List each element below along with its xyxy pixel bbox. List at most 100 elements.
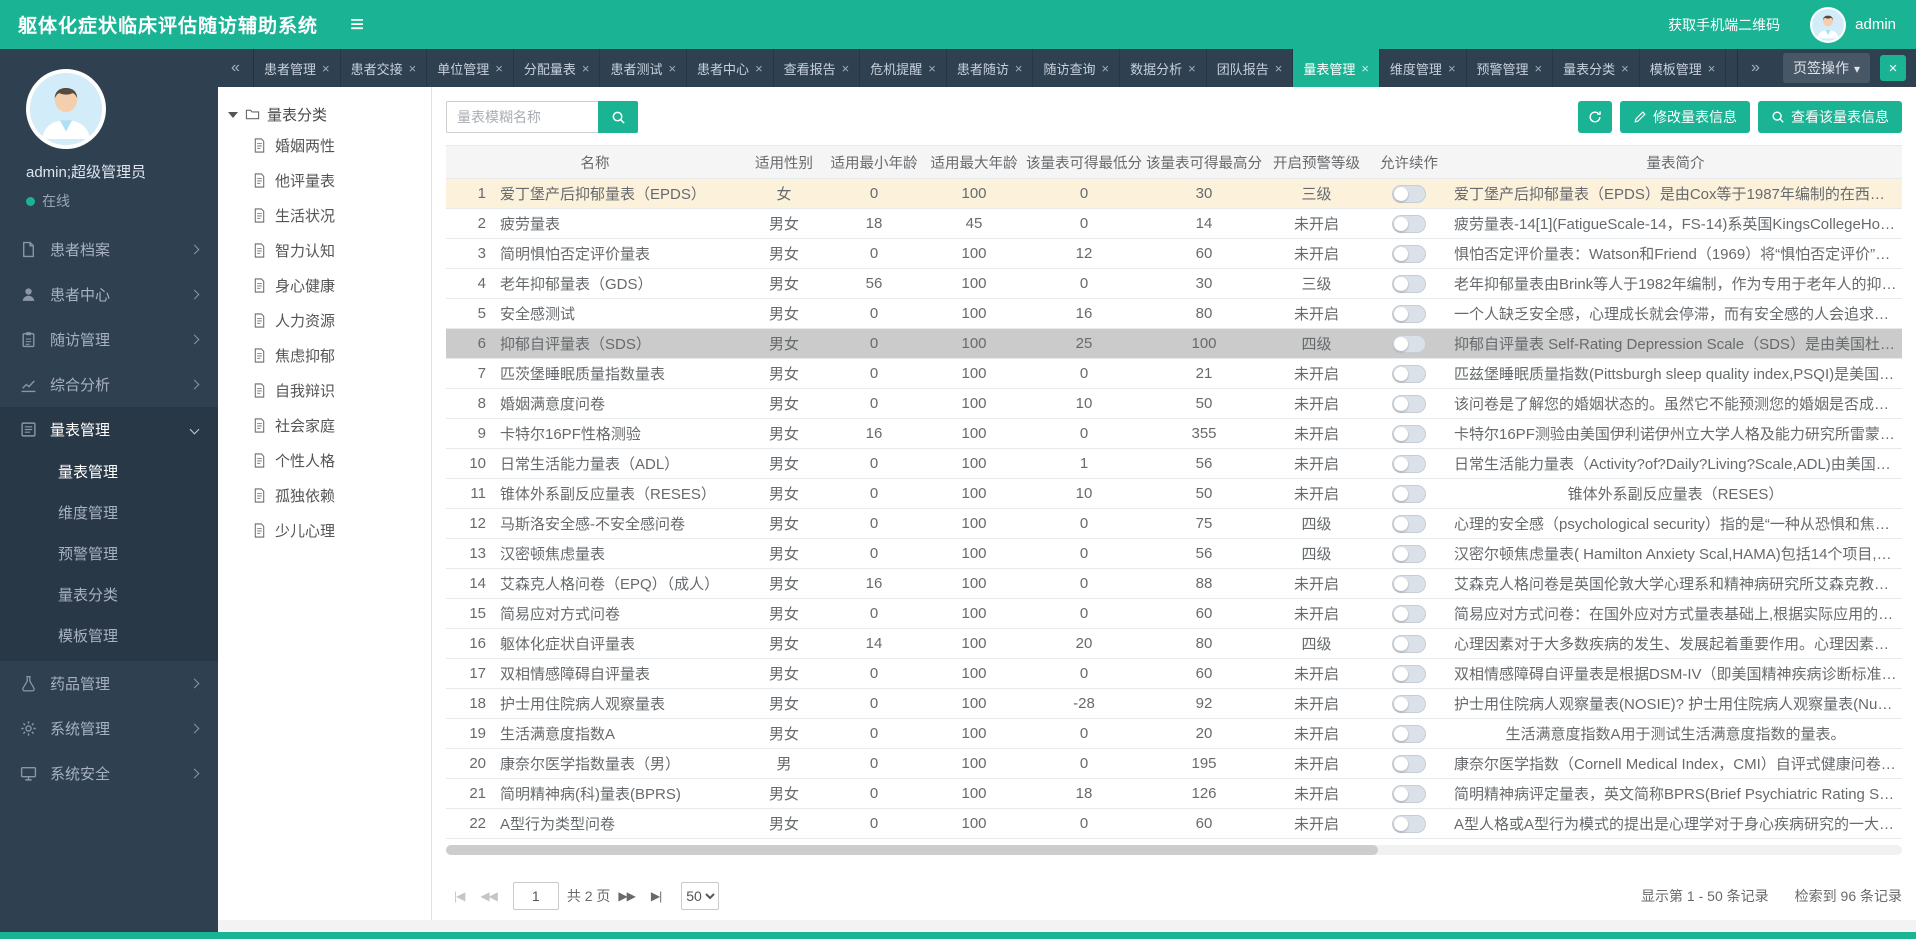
tab-close-icon[interactable]: ×: [1188, 61, 1196, 76]
tab-close-icon[interactable]: ×: [409, 61, 417, 76]
allow-resume-toggle[interactable]: [1392, 245, 1426, 263]
table-row[interactable]: 22 A型行为类型问卷 男女 0 100 0 60 未开启 A型人格或A型: [446, 809, 1902, 839]
tab[interactable]: 数据分析 ×: [1120, 49, 1207, 87]
edit-scale-button[interactable]: 修改量表信息: [1620, 101, 1750, 133]
tab-close-icon[interactable]: ×: [1448, 61, 1456, 76]
tabs-scroll-left-icon[interactable]: «: [218, 49, 254, 87]
tree-item[interactable]: 自我辩识: [228, 373, 421, 408]
submenu-item[interactable]: 量表管理: [0, 452, 218, 493]
sidebar-item-patient-archive[interactable]: 患者档案: [0, 227, 218, 272]
tab[interactable]: 患者交接 ×: [341, 49, 428, 87]
allow-resume-toggle[interactable]: [1392, 215, 1426, 233]
tree-item[interactable]: 社会家庭: [228, 408, 421, 443]
tab-close-icon[interactable]: ×: [582, 61, 590, 76]
allow-resume-toggle[interactable]: [1392, 755, 1426, 773]
refresh-button[interactable]: [1578, 101, 1612, 133]
tab[interactable]: 查看报告 ×: [774, 49, 861, 87]
tab-close-icon[interactable]: ×: [1621, 61, 1629, 76]
allow-resume-toggle[interactable]: [1392, 725, 1426, 743]
column-header-max-score[interactable]: 该量表可得最高分: [1144, 146, 1264, 179]
tab-close-icon[interactable]: ×: [842, 61, 850, 76]
tab-close-icon[interactable]: ×: [1708, 61, 1716, 76]
tree-item[interactable]: 身心健康: [228, 268, 421, 303]
allow-resume-toggle[interactable]: [1392, 515, 1426, 533]
tab-close-icon[interactable]: ×: [322, 61, 330, 76]
last-page-button[interactable]: ▶|: [643, 889, 669, 903]
submenu-item[interactable]: 预警管理: [0, 534, 218, 575]
column-header-warning-level[interactable]: 开启预警等级: [1264, 146, 1369, 179]
tab[interactable]: 患者随访 ×: [947, 49, 1034, 87]
tree-item[interactable]: 婚姻两性: [228, 128, 421, 163]
allow-resume-toggle[interactable]: [1392, 575, 1426, 593]
sidebar-item-scale-management[interactable]: 量表管理: [0, 407, 218, 452]
table-row[interactable]: 3 简明惧怕否定评价量表 男女 0 100 12 60 未开启 惧怕否定评: [446, 239, 1902, 269]
table-row[interactable]: 8 婚姻满意度问卷 男女 0 100 10 50 未开启 该问卷是了解您的: [446, 389, 1902, 419]
table-row[interactable]: 15 简易应对方式问卷 男女 0 100 0 60 未开启 简易应对方式问: [446, 599, 1902, 629]
allow-resume-toggle[interactable]: [1392, 605, 1426, 623]
user-avatar[interactable]: [26, 69, 106, 149]
tab-close-icon[interactable]: ×: [1275, 61, 1283, 76]
horizontal-scrollbar[interactable]: [446, 845, 1902, 855]
table-row[interactable]: 6 抑郁自评量表（SDS） 男女 0 100 25 100 四级 抑郁自评: [446, 329, 1902, 359]
tab[interactable]: 患者中心 ×: [687, 49, 774, 87]
column-header-min-score[interactable]: 该量表可得最低分: [1024, 146, 1144, 179]
tree-item[interactable]: 他评量表: [228, 163, 421, 198]
tab[interactable]: 维度管理 ×: [1380, 49, 1467, 87]
tab[interactable]: 团队报告 ×: [1207, 49, 1294, 87]
column-header-gender[interactable]: 适用性别: [744, 146, 824, 179]
tab-operations-dropdown[interactable]: 页签操作▾: [1783, 53, 1870, 83]
allow-resume-toggle[interactable]: [1392, 815, 1426, 833]
table-row[interactable]: 4 老年抑郁量表（GDS） 男女 56 100 0 30 三级 老年抑郁量: [446, 269, 1902, 299]
table-row[interactable]: 19 生活满意度指数A 男女 0 100 0 20 未开启 生活满意度指数: [446, 719, 1902, 749]
table-row[interactable]: 20 康奈尔医学指数量表（男） 男 0 100 0 195 未开启 康奈尔: [446, 749, 1902, 779]
allow-resume-toggle[interactable]: [1392, 365, 1426, 383]
tree-item[interactable]: 人力资源: [228, 303, 421, 338]
tab-close-icon[interactable]: ×: [1361, 61, 1369, 76]
tree-item[interactable]: 生活状况: [228, 198, 421, 233]
topbar-username[interactable]: admin: [1855, 16, 1896, 33]
allow-resume-toggle[interactable]: [1392, 545, 1426, 563]
table-row[interactable]: 10 日常生活能力量表（ADL） 男女 0 100 1 56 未开启 日常: [446, 449, 1902, 479]
scrollbar-thumb[interactable]: [446, 845, 1378, 855]
table-row[interactable]: 13 汉密顿焦虑量表 男女 0 100 0 56 四级 汉密尔顿焦虑量表(: [446, 539, 1902, 569]
table-row[interactable]: 16 躯体化症状自评量表 男女 14 100 20 80 四级 心理因素对: [446, 629, 1902, 659]
submenu-item[interactable]: 维度管理: [0, 493, 218, 534]
tab[interactable]: 单位管理 ×: [427, 49, 514, 87]
table-row[interactable]: 2 疲劳量表 男女 18 45 0 14 未开启 疲劳量表-14[1](F: [446, 209, 1902, 239]
allow-resume-toggle[interactable]: [1392, 395, 1426, 413]
tab[interactable]: 随访查询 ×: [1033, 49, 1120, 87]
allow-resume-toggle[interactable]: [1392, 485, 1426, 503]
tab-close-icon[interactable]: ×: [1015, 61, 1023, 76]
sidebar-item-comprehensive-analysis[interactable]: 综合分析: [0, 362, 218, 407]
table-row[interactable]: 14 艾森克人格问卷（EPQ）（成人） 男女 16 100 0 88 未开启: [446, 569, 1902, 599]
table-row[interactable]: 1 爱丁堡产后抑郁量表（EPDS） 女 0 100 0 30 三级 爱丁堡: [446, 179, 1902, 209]
page-number-input[interactable]: [513, 882, 559, 910]
submenu-item[interactable]: 模板管理: [0, 616, 218, 657]
column-header-name[interactable]: 名称: [446, 146, 744, 179]
column-header-intro[interactable]: 量表简介: [1449, 146, 1902, 179]
close-all-tabs-icon[interactable]: ×: [1880, 55, 1906, 81]
tab-close-icon[interactable]: ×: [1535, 61, 1543, 76]
tree-item[interactable]: 少儿心理: [228, 513, 421, 548]
sidebar-item-medicine-management[interactable]: 药品管理: [0, 661, 218, 706]
table-row[interactable]: 11 锥体外系副反应量表（RESES） 男女 0 100 10 50 未开启: [446, 479, 1902, 509]
allow-resume-toggle[interactable]: [1392, 335, 1426, 353]
column-header-max-age[interactable]: 适用最大年龄: [924, 146, 1024, 179]
tab[interactable]: 量表分类 ×: [1553, 49, 1640, 87]
table-row[interactable]: 12 马斯洛安全感-不安全感问卷 男女 0 100 0 75 四级 心理的: [446, 509, 1902, 539]
allow-resume-toggle[interactable]: [1392, 665, 1426, 683]
tab[interactable]: 模板管理 ×: [1640, 49, 1727, 87]
tab[interactable]: 预警管理 ×: [1467, 49, 1554, 87]
table-row[interactable]: 7 匹茨堡睡眠质量指数量表 男女 0 100 0 21 未开启 匹兹堡睡眠: [446, 359, 1902, 389]
sidebar-item-patient-center[interactable]: 患者中心: [0, 272, 218, 317]
sidebar-toggle-icon[interactable]: ≡: [350, 13, 364, 37]
column-header-allow-resume[interactable]: 允许续作: [1369, 146, 1449, 179]
allow-resume-toggle[interactable]: [1392, 305, 1426, 323]
allow-resume-toggle[interactable]: [1392, 185, 1426, 203]
allow-resume-toggle[interactable]: [1392, 275, 1426, 293]
allow-resume-toggle[interactable]: [1392, 425, 1426, 443]
tree-item[interactable]: 智力认知: [228, 233, 421, 268]
table-row[interactable]: 17 双相情感障碍自评量表 男女 0 100 0 60 未开启 双相情感障: [446, 659, 1902, 689]
tree-item[interactable]: 焦虑抑郁: [228, 338, 421, 373]
tab-close-icon[interactable]: ×: [668, 61, 676, 76]
